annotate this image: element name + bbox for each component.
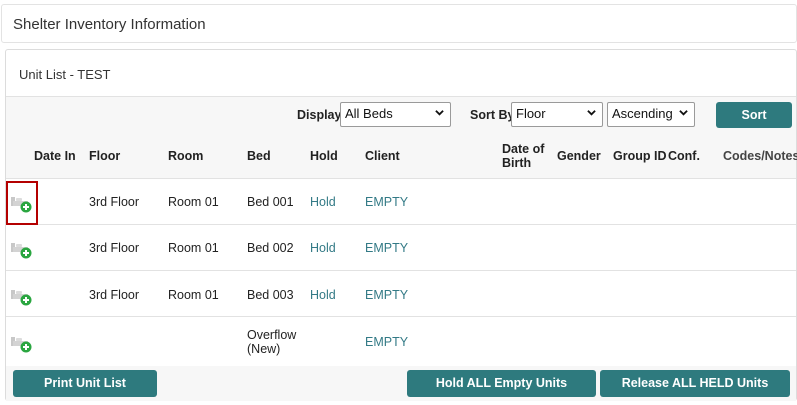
bed-add-icon[interactable] [10,283,34,307]
col-gender[interactable]: Gender [557,149,601,163]
sort-order-select-value: Ascending [612,106,673,121]
display-select-value: All Beds [345,106,393,121]
row-room: Room 01 [168,288,219,302]
chevron-down-icon [679,110,688,116]
col-codes-notes[interactable]: Codes/Notes [723,149,797,163]
row-floor: 3rd Floor [89,195,140,209]
col-group-id[interactable]: Group ID [613,149,666,163]
row-room: Room 01 [168,241,219,255]
table-row: 3rd Floor Room 01 Bed 001 Hold EMPTY [6,179,796,225]
col-date-in[interactable]: Date In [34,149,76,163]
col-floor[interactable]: Floor [89,149,120,163]
col-dob-line2: Birth [502,156,532,170]
col-dob-line1: Date of [502,142,545,156]
row-room: Room 01 [168,195,219,209]
row-floor: 3rd Floor [89,288,140,302]
client-link[interactable]: EMPTY [365,288,408,302]
sort-by-select[interactable]: Floor [511,102,603,127]
row-bed-line1: Overflow [247,328,297,342]
col-bed[interactable]: Bed [247,149,271,163]
hold-link[interactable]: Hold [310,241,336,255]
table-row: 3rd Floor Room 01 Bed 002 Hold EMPTY [6,225,796,271]
sort-by-label: Sort By [470,108,515,122]
sort-order-select[interactable]: Ascending [607,102,695,127]
chevron-down-icon [435,110,444,116]
highlight-box [6,181,38,225]
client-link[interactable]: EMPTY [365,195,408,209]
col-hold[interactable]: Hold [310,149,338,163]
panel-footer: Print Unit List Hold ALL Empty Units Rel… [6,366,796,401]
sort-by-select-value: Floor [516,106,546,121]
page-header: Shelter Inventory Information [1,4,797,43]
col-conf[interactable]: Conf. [668,149,700,163]
panel-title: Unit List - TEST [19,67,111,82]
col-client[interactable]: Client [365,149,400,163]
chevron-down-icon [587,110,596,116]
display-select[interactable]: All Beds [340,102,451,127]
row-bed: Bed 001 [247,195,294,209]
bed-add-icon[interactable] [10,236,34,260]
client-link[interactable]: EMPTY [365,241,408,255]
print-unit-list-button[interactable]: Print Unit List [13,370,157,397]
hold-all-empty-button[interactable]: Hold ALL Empty Units [407,370,596,397]
sort-button[interactable]: Sort [716,102,792,128]
release-all-held-button[interactable]: Release ALL HELD Units [600,370,790,397]
hold-link[interactable]: Hold [310,288,336,302]
filter-controls: Display All Beds Sort By Floor Ascending… [6,97,796,133]
page-title: Shelter Inventory Information [13,16,206,33]
row-bed: Overflow (New) [247,328,296,356]
table-header: Date In Floor Room Bed Hold Client Date … [6,133,797,179]
row-bed: Bed 003 [247,288,294,302]
hold-link[interactable]: Hold [310,195,336,209]
row-bed-line2: (New) [247,342,281,356]
row-floor: 3rd Floor [89,241,140,255]
col-date-of-birth[interactable]: Date of Birth [502,142,544,170]
unit-list-panel: Unit List - TEST Display All Beds Sort B… [5,49,797,401]
table-row: Overflow (New) EMPTY [6,317,796,366]
table-row: 3rd Floor Room 01 Bed 003 Hold EMPTY [6,271,796,317]
row-bed: Bed 002 [247,241,294,255]
client-link[interactable]: EMPTY [365,335,408,349]
bed-add-icon[interactable] [10,330,34,354]
display-label: Display [297,108,342,122]
panel-heading: Unit List - TEST [6,50,796,97]
col-room[interactable]: Room [168,149,203,163]
